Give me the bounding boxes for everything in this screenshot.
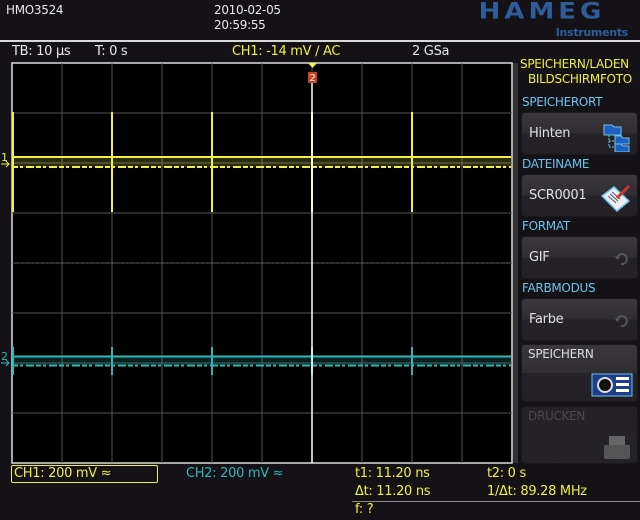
cursor-delta-t: Δt: 11.20 ns bbox=[355, 484, 431, 499]
menu-subtitle: BILDSCHIRMFOTO bbox=[528, 72, 632, 86]
frequency-readout: f: ? bbox=[355, 502, 374, 517]
ch1-band bbox=[13, 157, 511, 167]
menu-title: SPEICHERN/LADEN bbox=[520, 57, 629, 71]
model-name: HMO3524 bbox=[6, 3, 64, 17]
scrollbar bbox=[513, 63, 518, 463]
menu-button-value: Hinten bbox=[529, 126, 571, 141]
print-button: DRUCKEN bbox=[521, 406, 638, 464]
section-label: FORMAT bbox=[522, 219, 570, 233]
menu-button-value: SCR0001 bbox=[529, 188, 587, 203]
menu-button-value: Farbe bbox=[529, 312, 564, 327]
svg-text:HAMEG: HAMEG bbox=[479, 0, 606, 24]
print-label: DRUCKEN bbox=[528, 409, 586, 423]
camera-icon bbox=[591, 373, 633, 397]
rotate-icon bbox=[613, 246, 631, 271]
section-label: FARBMODUS bbox=[522, 281, 596, 295]
menu-button-format[interactable]: GIF bbox=[521, 236, 638, 279]
cursor-t2: t2: 0 s bbox=[487, 466, 526, 481]
cursor-t1: t1: 11.20 ns bbox=[355, 466, 430, 481]
ch2-scale[interactable]: CH2: 200 mV ≈ bbox=[186, 466, 284, 481]
ch1-scale[interactable]: CH1: 200 mV ≈ bbox=[14, 466, 112, 481]
notepad-pen-icon bbox=[599, 184, 631, 217]
waveform-display[interactable]: 212 bbox=[0, 42, 520, 464]
section-label: DATEINAME bbox=[522, 157, 590, 171]
cursor-marker-label: 2 bbox=[309, 73, 315, 84]
date: 2010-02-05 bbox=[214, 3, 281, 17]
time: 20:59:55 bbox=[214, 18, 266, 32]
folder-tree-icon bbox=[603, 122, 631, 155]
hameg-logo: HAMEG Instruments bbox=[479, 0, 629, 38]
printer-icon bbox=[604, 436, 630, 459]
ch2-band bbox=[13, 356, 511, 366]
section-label: SPEICHERORT bbox=[522, 95, 603, 109]
menu-button-value: GIF bbox=[529, 250, 550, 265]
menu-button-farbmodus[interactable]: Farbe bbox=[521, 298, 638, 341]
menu-button-dateiname[interactable]: SCR0001 bbox=[521, 174, 638, 217]
footer-divider bbox=[352, 501, 640, 502]
menu-button-speicherort[interactable]: Hinten bbox=[521, 112, 638, 155]
svg-text:Instruments: Instruments bbox=[556, 26, 629, 38]
cursor-inverse-delta-t: 1/Δt: 89.28 MHz bbox=[487, 484, 587, 499]
rotate-icon bbox=[613, 308, 631, 333]
save-label: SPEICHERN bbox=[528, 347, 594, 361]
save-button[interactable]: SPEICHERN bbox=[521, 344, 638, 402]
